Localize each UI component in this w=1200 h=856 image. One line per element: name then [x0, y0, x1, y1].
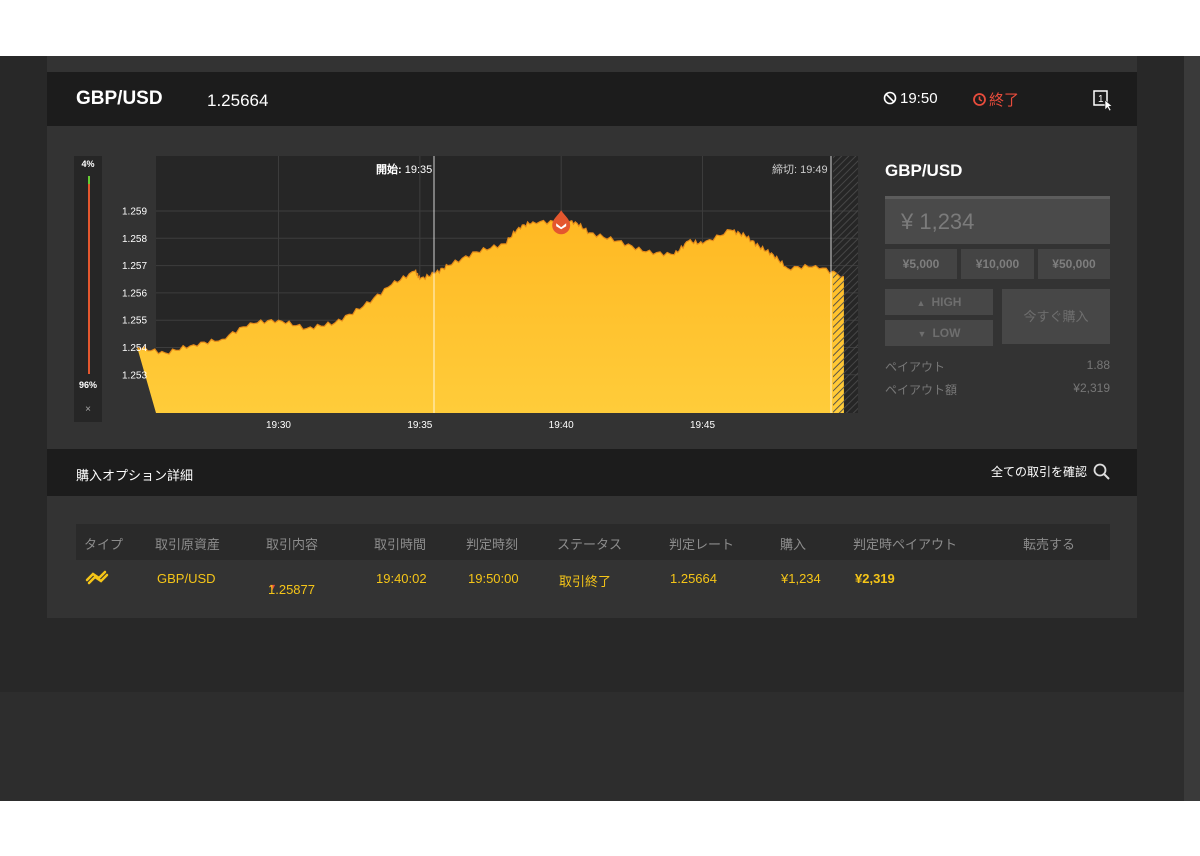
clock-forbidden-icon [883, 91, 897, 105]
low-label: LOW [932, 326, 961, 340]
trade-panel-title: GBP/USD [885, 161, 963, 180]
asset-pair: GBP/USD [76, 88, 163, 109]
high-label: HIGH [931, 295, 962, 309]
highlow-type-icon [84, 566, 110, 591]
col-purchase: 購入 [780, 537, 807, 552]
expand-chart-icon[interactable]: 1 [1093, 89, 1113, 116]
preset-10000-button[interactable]: ¥10,000 [961, 249, 1034, 279]
search-icon [1093, 463, 1110, 480]
expiry-time-text: 19:50 [900, 90, 938, 107]
gauge-close-button[interactable]: × [74, 404, 102, 415]
gauge-low-bar [88, 184, 90, 374]
low-icon: ▼ [917, 329, 927, 339]
col-payout: 判定時ペイアウト [853, 537, 958, 552]
gauge-low-percent: 96% [78, 380, 97, 390]
high-icon: ▲ [916, 298, 926, 308]
scrollbar[interactable] [1184, 56, 1200, 801]
payout-amount-row: ペイアウト額 ¥2,319 [885, 381, 1110, 398]
table-row[interactable]: GBP/USD ▼ 1.25877 19:40:02 19:50:00 取引終了 … [76, 560, 1110, 597]
col-judge-time: 判定時刻 [466, 537, 519, 552]
preset-50000-button[interactable]: ¥50,000 [1038, 249, 1110, 279]
sentiment-gauge: 4% 96% × [74, 156, 102, 422]
buy-now-button[interactable]: 今すぐ購入 [1002, 289, 1110, 344]
details-title: 購入オプション詳細 [76, 468, 194, 483]
expiry-time: 19:50 [883, 90, 938, 107]
row-purchase: ¥1,234 [781, 571, 821, 586]
status-ended: 終了 [972, 89, 1019, 110]
row-judge-time: 19:50:00 [468, 571, 519, 586]
table-header: タイプ 取引原資産 取引内容 取引時間 判定時刻 ステータス 判定レート 購入 … [76, 524, 1110, 560]
high-button[interactable]: ▲ HIGH [885, 289, 993, 315]
lower-area [0, 692, 1200, 801]
view-all-trades-text: 全ての取引を確認 [990, 465, 1087, 479]
col-trade-time: 取引時間 [374, 537, 427, 552]
row-status: 取引終了 [559, 574, 612, 589]
col-type: タイプ [84, 537, 124, 552]
low-button[interactable]: ▼ LOW [885, 320, 993, 346]
row-payout: ¥2,319 [855, 571, 895, 586]
preset-5000-button[interactable]: ¥5,000 [885, 249, 957, 279]
payout-value: 1.88 [1086, 358, 1110, 372]
row-asset: GBP/USD [157, 571, 216, 586]
gauge-high-bar [88, 176, 90, 184]
col-judge-rate: 判定レート [669, 537, 735, 552]
col-asset: 取引原資産 [155, 537, 221, 552]
view-all-trades-link[interactable]: 全ての取引を確認 [991, 463, 1110, 480]
svg-text:1: 1 [1098, 94, 1104, 105]
chart-section [47, 126, 1137, 449]
col-resell: 転売する [1023, 537, 1076, 552]
payout-amount-value: ¥2,319 [1073, 381, 1110, 395]
current-rate: 1.25664 [207, 91, 269, 110]
trade-table: タイプ 取引原資産 取引内容 取引時間 判定時刻 ステータス 判定レート 購入 … [76, 524, 1110, 597]
asset-header: GBP/USD 1.25664 19:50 終了 1 [47, 72, 1137, 126]
col-status: ステータス [557, 537, 623, 552]
gauge-high-percent: 4% [81, 159, 95, 169]
history-icon [973, 93, 986, 106]
amount-input[interactable]: ¥ 1,234 [885, 196, 1110, 244]
status-text: 終了 [989, 92, 1020, 109]
payout-amount-label: ペイアウト額 [885, 383, 958, 397]
payout-label: ペイアウト [885, 360, 946, 374]
row-content-value: 1.25877 [268, 582, 315, 597]
payout-row: ペイアウト 1.88 [885, 358, 1110, 375]
row-judge-rate: 1.25664 [670, 571, 717, 586]
details-header: 購入オプション詳細 全ての取引を確認 [47, 449, 1137, 496]
row-trade-time: 19:40:02 [376, 571, 427, 586]
col-content: 取引内容 [266, 537, 319, 552]
